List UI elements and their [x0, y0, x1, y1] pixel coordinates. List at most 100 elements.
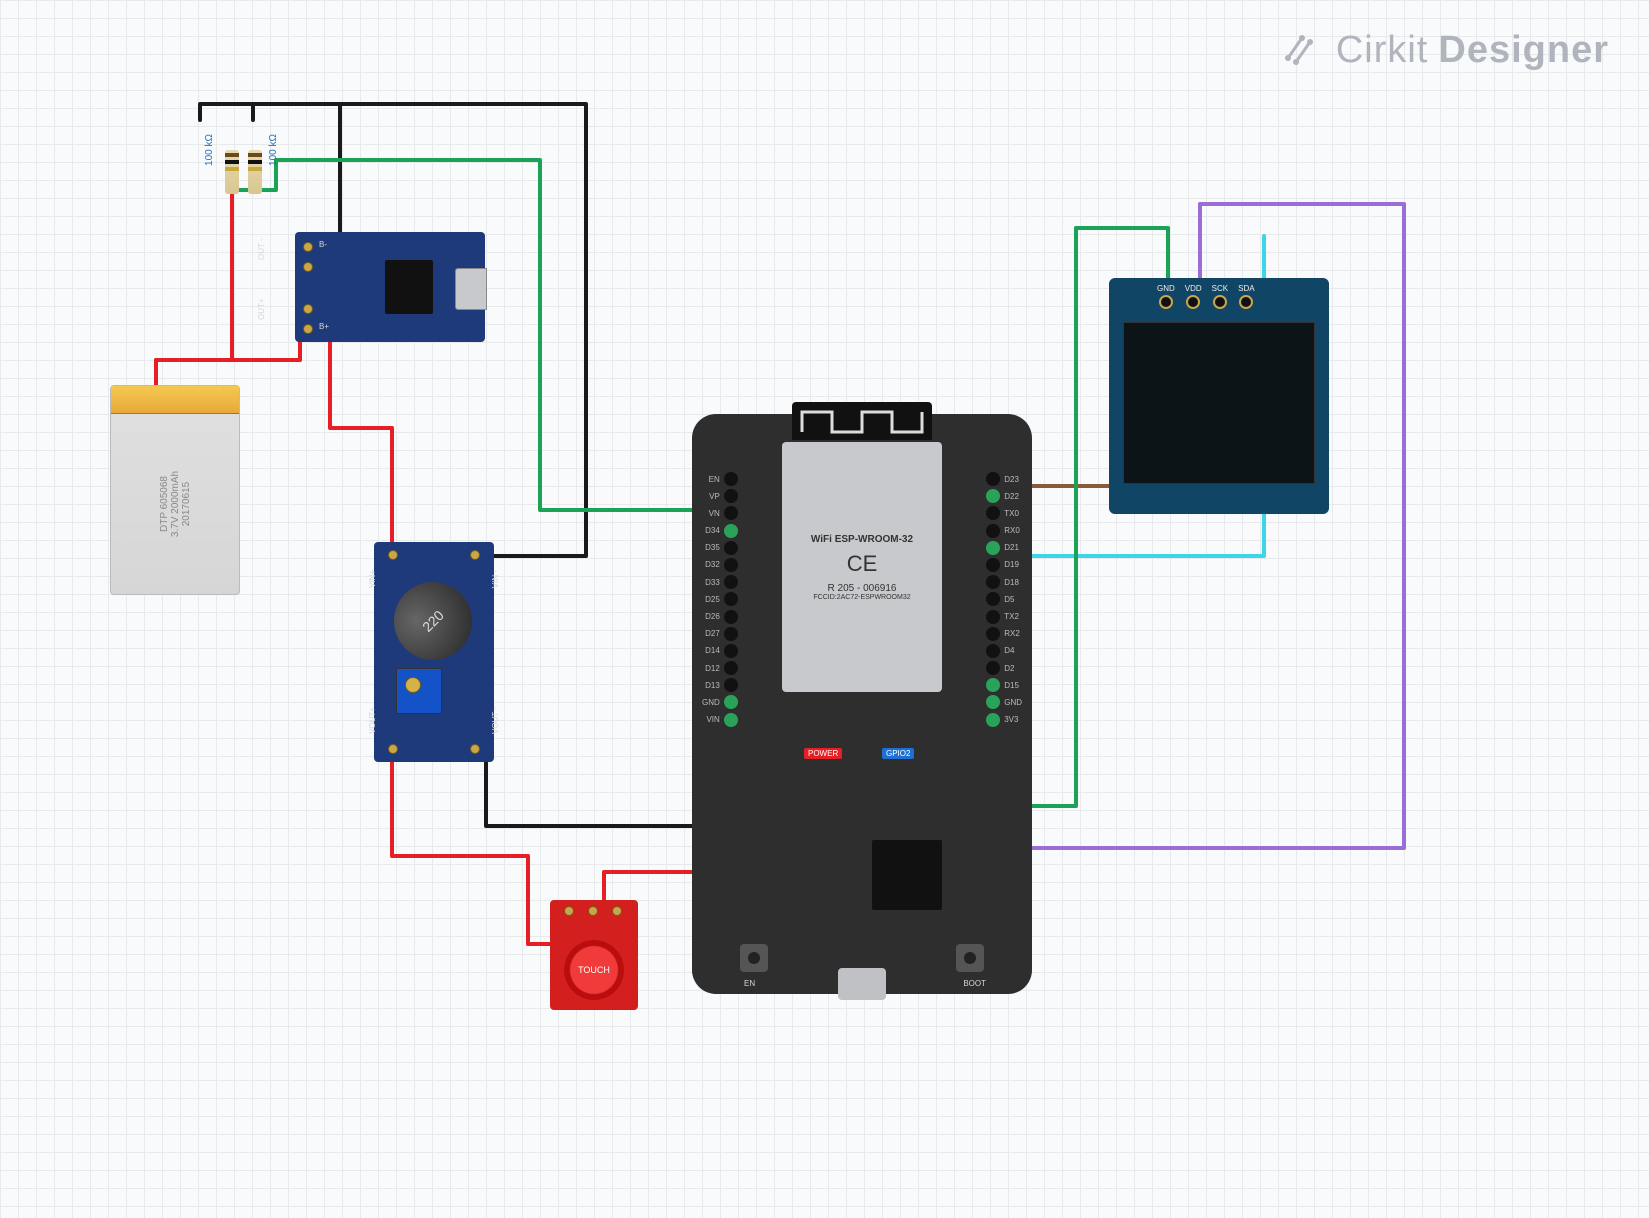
tp4056-b-minus-label: B- — [319, 240, 327, 249]
pin-dot — [986, 695, 1000, 709]
pin-d5: D5 — [986, 592, 1014, 606]
pin-label: VIN — [706, 715, 719, 724]
pin-dot — [724, 506, 738, 520]
pin-dot — [724, 678, 738, 692]
pad-vin-plus — [388, 550, 398, 560]
component-resistor-2[interactable] — [248, 122, 262, 222]
oled-pin-label: SDA — [1238, 284, 1254, 293]
pin-dot — [724, 472, 738, 486]
oled-screen — [1123, 322, 1315, 484]
esp32-usb-chip — [872, 840, 942, 910]
pin-d14: D14 — [705, 644, 738, 658]
pin-d4: D4 — [986, 644, 1014, 658]
tp4056-b-plus-label: B+ — [319, 322, 329, 331]
component-oled-display[interactable]: GNDVDDSCKSDA — [1109, 278, 1329, 514]
pin-dot — [986, 610, 1000, 624]
pin-dot — [986, 713, 1000, 727]
pin-label: TX0 — [1004, 509, 1019, 518]
pin-dot — [986, 541, 1000, 555]
pin-d18: D18 — [986, 575, 1019, 589]
pad-vout-plus — [388, 744, 398, 754]
pin-vn: VN — [709, 506, 738, 520]
oled-pin-sda: SDA — [1238, 284, 1254, 309]
shield-fccid: FCCID:2AC72-ESPWROOM32 — [813, 594, 910, 601]
pin-label: D26 — [705, 612, 720, 621]
pin-vin: VIN — [706, 713, 737, 727]
pin-d26: D26 — [705, 610, 738, 624]
pad-b-plus — [303, 324, 313, 334]
oled-pin-label: VDD — [1185, 284, 1202, 293]
pin-d27: D27 — [705, 627, 738, 641]
pin-dot — [724, 575, 738, 589]
esp32-usb-port — [838, 968, 886, 1000]
oled-pin-hole — [1186, 295, 1200, 309]
boost-vin-plus-label: VIN+ — [368, 570, 377, 588]
component-touch-sensor[interactable]: TOUCH — [550, 900, 638, 1010]
pin-dot — [724, 558, 738, 572]
pin-dot — [724, 592, 738, 606]
pin-label: D34 — [705, 526, 720, 535]
pin-label: 3V3 — [1004, 715, 1018, 724]
pin-d13: D13 — [705, 678, 738, 692]
pin-dot — [986, 558, 1000, 572]
component-lipo-battery[interactable]: DTP 605068 3.7V 2000mAh 20170615 — [110, 385, 240, 595]
boot-button[interactable] — [956, 944, 984, 972]
pin-label: D14 — [705, 646, 720, 655]
pin-label: D12 — [705, 664, 720, 673]
pad-out-minus — [303, 262, 313, 272]
boost-trimmer-pot — [396, 668, 442, 714]
pin-d21: D21 — [986, 541, 1019, 555]
component-esp32-devkit[interactable]: WiFi ESP-WROOM-32 CE R 205 - 006916 FCCI… — [692, 414, 1032, 994]
touch-label: TOUCH — [578, 965, 610, 975]
pin-dot — [986, 472, 1000, 486]
pin-label: GND — [1004, 698, 1022, 707]
lipo-label-line3: 20170615 — [180, 482, 191, 527]
oled-pin-gnd: GND — [1157, 284, 1175, 309]
pin-dot — [986, 678, 1000, 692]
watermark: Cirkit Designer — [1282, 28, 1609, 72]
pin-label: D33 — [705, 578, 720, 587]
pin-dot — [724, 644, 738, 658]
pin-dot — [724, 541, 738, 555]
pin-d32: D32 — [705, 558, 738, 572]
tp4056-out-plus-label: OUT+ — [257, 298, 266, 320]
pin-dot — [724, 627, 738, 641]
pin-dot — [986, 489, 1000, 503]
watermark-product: Designer — [1438, 29, 1609, 72]
usb-micro-port — [455, 268, 487, 310]
pin-d15: D15 — [986, 678, 1019, 692]
pin-dot — [986, 644, 1000, 658]
oled-pin-hole — [1239, 295, 1253, 309]
touch-pad: TOUCH — [564, 940, 624, 1000]
touch-pad-1 — [564, 906, 574, 916]
pad-b-minus — [303, 242, 313, 252]
component-tp4056-charger[interactable]: B- B+ OUT - OUT+ — [295, 232, 485, 342]
pin-d33: D33 — [705, 575, 738, 589]
pin-d19: D19 — [986, 558, 1019, 572]
pin-label: D5 — [1004, 595, 1014, 604]
boost-vin-minus-label: VIN - — [491, 570, 500, 588]
resistor-body — [225, 150, 239, 194]
component-boost-converter[interactable]: 220 VIN+ VIN - VOUT+ VOUT - — [374, 542, 494, 762]
pin-dot — [986, 524, 1000, 538]
pin-label: GND — [702, 698, 720, 707]
component-resistor-1[interactable] — [225, 122, 239, 222]
boost-inductor: 220 — [378, 566, 488, 676]
pin-label: VP — [709, 492, 720, 501]
pin-en: EN — [709, 472, 738, 486]
pin-label: D15 — [1004, 681, 1019, 690]
shield-line1: WiFi ESP-WROOM-32 — [811, 534, 913, 545]
lipo-terminal-strip — [111, 386, 239, 414]
pin-d34: D34 — [705, 524, 738, 538]
lipo-label-line2: 3.7V 2000mAh — [169, 471, 180, 537]
pin-dot — [986, 592, 1000, 606]
pin-dot — [986, 575, 1000, 589]
pin-dot — [724, 713, 738, 727]
pin-label: RX0 — [1004, 526, 1020, 535]
oled-pin-vdd: VDD — [1185, 284, 1202, 309]
pin-dot — [986, 627, 1000, 641]
resistor-body — [248, 150, 262, 194]
en-button[interactable] — [740, 944, 768, 972]
esp32-shield: WiFi ESP-WROOM-32 CE R 205 - 006916 FCCI… — [782, 442, 942, 692]
pin-gnd: GND — [702, 695, 738, 709]
